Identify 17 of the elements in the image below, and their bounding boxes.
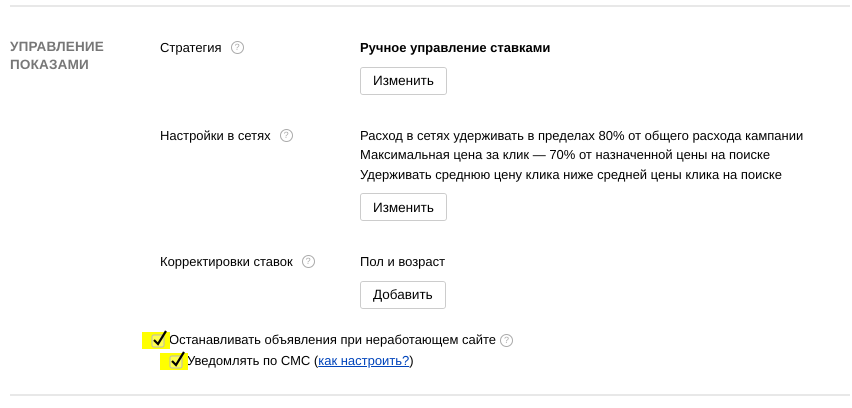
section-title: УПРАВЛЕНИЕ ПОКАЗАМИ: [10, 38, 106, 74]
option-label: Останавливать объявления при неработающем сайте: [169, 330, 496, 348]
checkbox[interactable]: [150, 330, 168, 348]
change-button[interactable]: Изменить: [360, 193, 447, 221]
setting-value: Максимальная цена за клик — 70% от назначенной цены на поиске: [360, 146, 770, 164]
setting-label: Настройки в сетях: [160, 126, 271, 144]
setting-value: Удерживать среднюю цену клика ниже средней цены клика на поиске: [360, 166, 782, 184]
setting-value: Пол и возраст: [360, 253, 446, 271]
setting-value: Ручное управление ставками: [360, 39, 550, 57]
how-to-link[interactable]: как настроить?: [318, 352, 410, 368]
option-label: Уведомлять по СМС (как настроить?): [187, 352, 414, 370]
setting-label: Корректировки ставок: [160, 253, 293, 271]
checkbox[interactable]: [168, 351, 186, 369]
setting-label: Стратегия: [160, 39, 222, 57]
change-button[interactable]: Добавить: [360, 280, 446, 308]
change-button[interactable]: Изменить: [360, 66, 447, 94]
setting-value: Расход в сетях удерживать в пределах 80% от общего расхода кампании: [360, 126, 804, 145]
